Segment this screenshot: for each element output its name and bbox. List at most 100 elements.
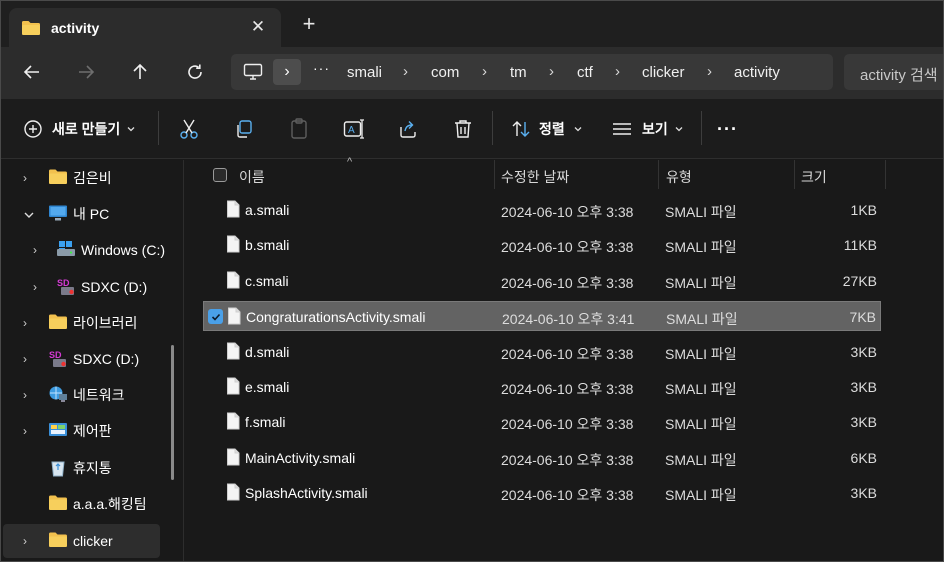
chevron-right-icon[interactable]: ›: [23, 534, 27, 548]
sidebar-item-control-panel[interactable]: › 제어판: [1, 414, 171, 448]
windows-drive-icon: [57, 241, 75, 256]
table-row[interactable]: f.smali 2024-06-10 오후 3:38 SMALI 파일 3KB: [203, 407, 881, 437]
more-options-button[interactable]: ···: [717, 117, 738, 141]
breadcrumb-overflow[interactable]: ···: [313, 60, 330, 76]
sidebar-item-drive-d[interactable]: › SD SDXC (D:): [1, 270, 171, 304]
command-bar: 새로 만들기 A 정렬 보기 ···: [1, 99, 943, 159]
close-tab-icon[interactable]: ✕: [247, 16, 269, 38]
checkmark-icon: [211, 313, 220, 321]
tab-activity[interactable]: activity ✕: [9, 8, 281, 47]
sidebar-item-recycle-bin[interactable]: 휴지통: [1, 451, 171, 485]
column-header-row: ^ 이름 수정한 날짜 유형 크기: [185, 156, 943, 190]
table-row[interactable]: c.smali 2024-06-10 오후 3:38 SMALI 파일 27KB: [203, 266, 881, 296]
share-button[interactable]: [398, 117, 418, 141]
file-modified-date: 2024-06-10 오후 3:38: [501, 204, 634, 220]
navigation-pane: › 김은비 내 PC › Windows (C:) › SD SDXC (D:)…: [1, 160, 184, 561]
sidebar-item-clicker[interactable]: › clicker: [3, 524, 160, 558]
computer-icon: [49, 205, 67, 221]
new-tab-button[interactable]: +: [297, 12, 321, 36]
file-name: b.smali: [245, 237, 290, 253]
table-row[interactable]: a.smali 2024-06-10 오후 3:38 SMALI 파일 1KB: [203, 195, 881, 225]
file-icon: [226, 483, 240, 504]
column-header-name[interactable]: 이름: [239, 167, 265, 187]
sidebar-item-this-pc[interactable]: 내 PC: [1, 197, 171, 231]
breadcrumb-separator-icon[interactable]: ›: [549, 63, 554, 80]
table-row[interactable]: d.smali 2024-06-10 오후 3:38 SMALI 파일 3KB: [203, 337, 881, 367]
column-divider[interactable]: [494, 160, 495, 189]
chevron-right-icon[interactable]: ›: [23, 352, 27, 366]
rename-button[interactable]: A: [343, 117, 365, 141]
breadcrumb-separator-icon[interactable]: ›: [615, 63, 620, 80]
breadcrumb-com[interactable]: com: [431, 64, 459, 81]
up-button[interactable]: [125, 57, 155, 87]
file-icon: [226, 200, 240, 221]
view-button[interactable]: 보기: [612, 117, 684, 141]
file-icon: [226, 342, 240, 363]
table-row[interactable]: SplashActivity.smali 2024-06-10 오후 3:38 SM…: [203, 478, 881, 508]
chevron-right-icon[interactable]: ›: [273, 59, 301, 85]
table-row[interactable]: MainActivity.smali 2024-06-10 오후 3:38 SMAL…: [203, 443, 881, 473]
breadcrumb-separator-icon[interactable]: ›: [403, 63, 408, 80]
new-button[interactable]: 새로 만들기: [23, 117, 136, 141]
chevron-right-icon[interactable]: ›: [23, 424, 27, 438]
sort-button[interactable]: 정렬: [511, 117, 583, 141]
breadcrumb-ctf[interactable]: ctf: [577, 64, 593, 81]
breadcrumb-tm[interactable]: tm: [510, 64, 527, 81]
back-button[interactable]: [17, 57, 47, 87]
chevron-down-icon[interactable]: [23, 210, 35, 220]
column-header-type[interactable]: 유형: [666, 167, 692, 187]
new-button-label: 새로 만들기: [52, 121, 121, 137]
chevron-right-icon[interactable]: ›: [23, 388, 27, 402]
breadcrumb-smali[interactable]: smali: [347, 64, 382, 81]
sort-icon: [512, 121, 530, 137]
address-bar[interactable]: › ··· smali › com › tm › ctf › clicker ›…: [231, 54, 833, 90]
breadcrumb-separator-icon[interactable]: ›: [707, 63, 712, 80]
column-header-size[interactable]: 크기: [801, 167, 827, 187]
file-modified-date: 2024-06-10 오후 3:38: [501, 275, 634, 291]
svg-text:SD: SD: [49, 350, 62, 360]
chevron-down-icon: [127, 127, 135, 132]
cut-button[interactable]: [179, 117, 199, 141]
breadcrumb-clicker[interactable]: clicker: [642, 64, 685, 81]
sidebar-item-sdxc[interactable]: › SD SDXC (D:): [1, 342, 171, 376]
breadcrumb-activity[interactable]: activity: [734, 64, 780, 81]
file-type: SMALI 파일: [665, 346, 737, 362]
sd-card-icon: SD: [49, 350, 66, 367]
network-icon: [49, 386, 67, 402]
chevron-right-icon[interactable]: ›: [23, 316, 27, 330]
sidebar-item-libraries[interactable]: › 라이브러리: [1, 306, 171, 340]
sidebar-scrollbar[interactable]: [171, 345, 174, 480]
sidebar-item-hacking-team[interactable]: a.a.a.해킹팀: [1, 487, 171, 521]
forward-button[interactable]: [71, 57, 101, 87]
file-explorer-window: activity ✕ + › ··· smali › com › tm › ct: [0, 0, 944, 562]
chevron-right-icon[interactable]: ›: [33, 280, 37, 294]
sort-ascending-icon: ^: [347, 156, 353, 168]
column-divider[interactable]: [885, 160, 886, 189]
chevron-right-icon[interactable]: ›: [33, 243, 37, 257]
delete-button[interactable]: [453, 117, 473, 141]
column-divider[interactable]: [658, 160, 659, 189]
column-divider[interactable]: [794, 160, 795, 189]
title-bar: activity ✕ +: [1, 1, 943, 47]
breadcrumb-separator-icon[interactable]: ›: [482, 63, 487, 80]
sidebar-item-drive-c[interactable]: › Windows (C:): [1, 233, 171, 267]
computer-icon: [243, 63, 263, 80]
sidebar-item-user[interactable]: › 김은비: [1, 161, 171, 195]
chevron-right-icon[interactable]: ›: [23, 171, 27, 185]
select-all-checkbox[interactable]: [213, 168, 227, 182]
copy-button[interactable]: [234, 117, 254, 141]
view-label: 보기: [642, 121, 668, 137]
recycle-bin-icon: [51, 461, 65, 477]
search-input[interactable]: activity 검색: [844, 54, 943, 90]
refresh-button[interactable]: [180, 57, 210, 87]
table-row[interactable]: e.smali 2024-06-10 오후 3:38 SMALI 파일 3KB: [203, 372, 881, 402]
table-row[interactable]: b.smali 2024-06-10 오후 3:38 SMALI 파일 11KB: [203, 230, 881, 260]
sidebar-item-network[interactable]: › 네트워크: [1, 378, 171, 412]
file-type: SMALI 파일: [665, 452, 737, 468]
table-row[interactable]: CongraturationsActivity.smali 2024-06-10 …: [203, 301, 881, 331]
column-header-modified[interactable]: 수정한 날짜: [501, 167, 569, 187]
paste-button[interactable]: [289, 117, 309, 141]
folder-icon: [22, 20, 40, 35]
row-checkbox[interactable]: [208, 309, 223, 324]
clipboard-icon: [291, 118, 307, 139]
